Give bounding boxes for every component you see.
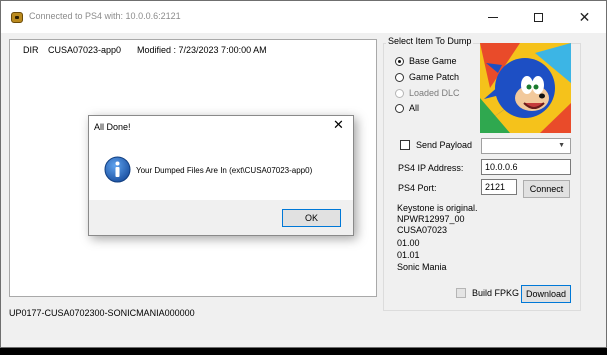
item-type: DIR — [23, 44, 39, 55]
port-field[interactable]: 2121 — [481, 179, 517, 195]
chevron-down-icon: ▼ — [558, 142, 565, 149]
dialog-message: Your Dumped Files Are In (ext\CUSA07023-… — [136, 166, 313, 175]
radio-label: All — [409, 103, 420, 113]
item-modified: Modified : 7/23/2023 7:00:00 AM — [137, 44, 267, 55]
radio-base-game[interactable]: Base Game — [395, 56, 457, 66]
list-item[interactable]: DIR CUSA07023-app0 Modified : 7/23/2023 … — [12, 43, 374, 56]
info-line: 01.01 — [397, 250, 420, 260]
port-label: PS4 Port: — [398, 183, 437, 193]
radio-indicator — [395, 88, 404, 98]
radio-all[interactable]: All — [395, 103, 419, 113]
radio-indicator — [395, 103, 404, 113]
download-button[interactable]: Download — [521, 285, 571, 303]
info-line: 01.00 — [397, 238, 420, 248]
send-payload-label: Send Payload — [416, 140, 473, 150]
close-button[interactable]: ✕ — [562, 1, 607, 33]
radio-label: Game Patch — [409, 72, 460, 82]
checkbox-indicator — [456, 288, 466, 298]
title-bar: Connected to PS4 with: 10.0.0.6:2121 ✕ — [1, 1, 606, 33]
info-line: Sonic Mania — [397, 262, 447, 272]
window-title: Connected to PS4 with: 10.0.0.6:2121 — [29, 11, 181, 21]
item-name: CUSA07023-app0 — [48, 44, 122, 55]
build-fpkg-checkbox: Build FPKG — [456, 288, 519, 298]
maximize-icon — [534, 12, 543, 22]
radio-indicator — [395, 72, 404, 82]
info-icon — [104, 156, 131, 183]
group-title: Select Item To Dump — [386, 36, 474, 46]
connect-button[interactable]: Connect — [523, 180, 570, 198]
dialog-close-icon[interactable]: ✕ — [333, 118, 344, 131]
payload-dropdown[interactable]: ▼ — [481, 138, 571, 154]
info-line: Keystone is original. — [397, 203, 478, 213]
minimize-icon — [487, 16, 498, 18]
maximize-button[interactable] — [516, 1, 561, 33]
dialog-title: All Done! — [94, 122, 131, 132]
game-cover-image — [480, 43, 571, 133]
checkbox-indicator — [400, 140, 410, 150]
ok-button[interactable]: OK — [282, 209, 341, 227]
title-id-label: UP0177-CUSA0702300-SONICMANIA000000 — [9, 308, 195, 318]
info-line: CUSA07023 — [397, 225, 448, 235]
radio-label: Loaded DLC — [409, 88, 460, 98]
ip-address-field[interactable]: 10.0.0.6 — [481, 159, 571, 175]
radio-label: Base Game — [409, 56, 457, 66]
info-line: NPWR12997_00 — [397, 214, 465, 224]
close-icon: ✕ — [578, 9, 591, 25]
build-fpkg-label: Build FPKG — [472, 288, 520, 298]
radio-game-patch[interactable]: Game Patch — [395, 72, 459, 82]
radio-indicator — [395, 56, 404, 66]
send-payload-checkbox[interactable]: Send Payload — [400, 140, 472, 150]
minimize-button[interactable] — [470, 1, 515, 33]
radio-loaded-dlc: Loaded DLC — [395, 88, 460, 98]
ip-label: PS4 IP Address: — [398, 163, 464, 173]
app-icon — [11, 12, 23, 23]
